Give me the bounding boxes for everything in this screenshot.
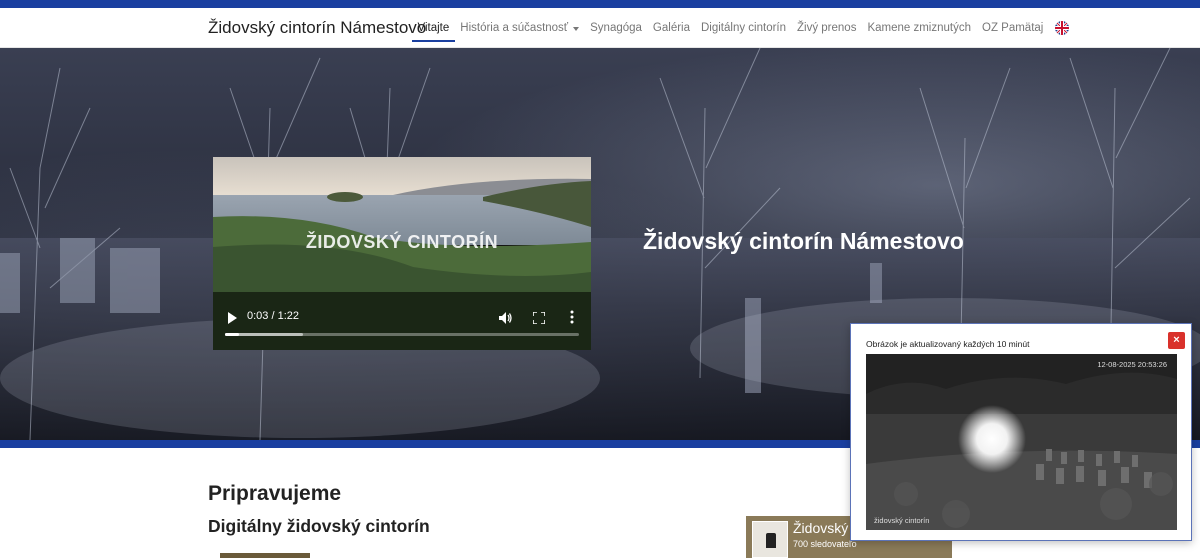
live-camera-popup: × Obrázok je aktualizovaný každých 10 mi… xyxy=(850,323,1192,541)
section-heading: Pripravujeme xyxy=(208,482,342,505)
nav-item-historia-label: História a súčastnosť xyxy=(460,22,569,34)
uk-flag-icon[interactable] xyxy=(1054,21,1069,35)
nav-item-galeria[interactable]: Galéria xyxy=(647,8,695,48)
volume-icon[interactable] xyxy=(499,311,512,329)
video-controls: 0:03 / 1:22 xyxy=(213,305,591,350)
video-played xyxy=(225,333,240,336)
top-accent-bar xyxy=(0,0,1200,8)
nav-item-synagoga[interactable]: Synagóga xyxy=(585,8,648,48)
video-player[interactable]: ŽIDOVSKÝ CINTORÍN 0:03 / 1:22 xyxy=(213,157,591,350)
camera-scene xyxy=(866,354,1177,530)
chevron-down-icon xyxy=(573,26,580,31)
facebook-page-avatar xyxy=(752,521,788,558)
fullscreen-icon[interactable] xyxy=(532,311,546,329)
article-thumbnail[interactable] xyxy=(220,553,310,558)
nav-item-kamene-zmiznutych[interactable]: Kamene zmiznutých xyxy=(862,8,977,48)
play-icon[interactable] xyxy=(227,311,237,329)
camera-timestamp: 12-08-2025 20:53:26 xyxy=(1097,360,1167,369)
nav-item-digitalny-cintorin[interactable]: Digitálny cintorín xyxy=(696,8,792,48)
facebook-followers: 700 sledovateľo xyxy=(793,539,857,549)
close-button[interactable]: × xyxy=(1168,332,1185,349)
nav-item-zivy-prenos[interactable]: Živý prenos xyxy=(792,8,862,48)
popup-info-text: Obrázok je aktualizovaný každých 10 minú… xyxy=(866,339,1030,349)
more-options-icon[interactable] xyxy=(570,310,574,329)
navbar: Židovský cintorín Námestovo Vitajte Hist… xyxy=(0,8,1200,48)
live-camera-image[interactable]: 12-08-2025 20:53:26 židovský cintorín xyxy=(866,354,1177,530)
section-subheading: Digitálny židovský cintorín xyxy=(208,516,430,536)
hero-title: Židovský cintorín Námestovo xyxy=(643,228,964,254)
camera-label: židovský cintorín xyxy=(874,516,930,525)
video-time: 0:03 / 1:22 xyxy=(247,310,299,322)
nav-item-oz-pamataj[interactable]: OZ Pamätaj xyxy=(977,8,1049,48)
video-progress-bar[interactable] xyxy=(225,333,579,336)
site-brand[interactable]: Židovský cintorín Námestovo xyxy=(208,18,426,38)
nav-item-vitajte[interactable]: Vitajte xyxy=(412,8,455,48)
nav-item-historia[interactable]: História a súčastnosť xyxy=(455,8,585,48)
main-nav: Vitajte História a súčastnosť Synagóga G… xyxy=(412,8,1069,48)
video-overlay-title: ŽIDOVSKÝ CINTORÍN xyxy=(305,232,499,252)
